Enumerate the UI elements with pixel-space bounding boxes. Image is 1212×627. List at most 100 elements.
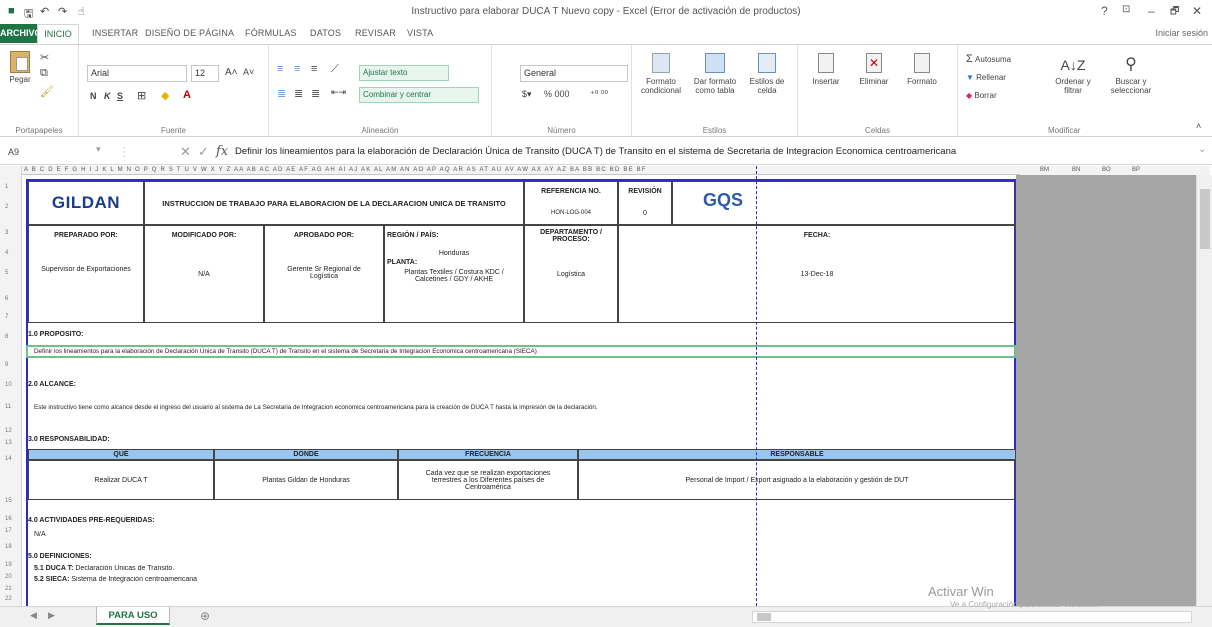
shrink-font-icon[interactable]: A˅	[243, 67, 254, 77]
row-number[interactable]: 5	[0, 270, 22, 276]
row-number[interactable]: 10	[0, 382, 22, 388]
col-header-bn[interactable]: BN	[1072, 167, 1080, 173]
paste-button[interactable]: Pegar	[5, 51, 35, 84]
conditional-format-button[interactable]: Formato condicional	[636, 53, 686, 95]
align-top-icon[interactable]: ≡	[277, 63, 283, 75]
font-size-select[interactable]: 12	[191, 65, 219, 82]
percent-comma-label[interactable]: % 000	[544, 89, 570, 99]
align-left-icon[interactable]: ≣	[277, 87, 286, 100]
tab-file[interactable]: ARCHIVO	[0, 24, 42, 43]
align-center-icon[interactable]: ≣	[294, 87, 303, 100]
scroll-thumb[interactable]	[1200, 189, 1210, 249]
copy-icon[interactable]: ⧉	[40, 67, 48, 80]
format-cells-button[interactable]: Formato	[900, 53, 944, 86]
cell-styles-button[interactable]: Estilos de celda	[744, 53, 790, 95]
h-scroll-thumb[interactable]	[757, 613, 771, 621]
resp-header-frequency: FRECUENCIA	[398, 449, 578, 460]
cancel-icon[interactable]: ✕	[180, 144, 191, 160]
tab-scroll-left-icon[interactable]: ◀	[30, 610, 37, 621]
row-number[interactable]: 3	[0, 230, 22, 236]
wrap-text-button[interactable]: Ajustar texto	[359, 65, 449, 81]
row-number[interactable]: 4	[0, 250, 22, 256]
horizontal-scrollbar[interactable]	[752, 611, 1192, 623]
align-right-icon[interactable]: ≣	[311, 87, 320, 100]
column-headers[interactable]: A B C D E F G H I J K L M N O P Q R S T …	[22, 166, 1022, 175]
row-number[interactable]: 22	[0, 596, 22, 602]
row-number[interactable]: 18	[0, 544, 22, 550]
maximize-button[interactable]: 🗗	[1170, 4, 1179, 21]
number-format-select[interactable]: General	[520, 65, 628, 82]
col-header-bp[interactable]: BP	[1132, 167, 1140, 173]
collapse-ribbon-icon[interactable]: ˄	[1196, 121, 1201, 131]
insert-function-icon[interactable]: fx	[216, 144, 228, 159]
font-color-icon[interactable]: A	[183, 89, 191, 101]
name-box[interactable]: A9	[4, 143, 70, 161]
new-sheet-button[interactable]: ⊕	[200, 609, 210, 623]
orientation-icon[interactable]: ⟋	[331, 63, 339, 76]
find-select-button[interactable]: ⚲ Buscar y seleccionar	[1104, 53, 1158, 95]
sheet-tab-para-uso[interactable]: PARA USO	[96, 607, 170, 625]
format-as-table-button[interactable]: Dar formato como tabla	[688, 53, 742, 95]
vertical-scrollbar[interactable]	[1196, 175, 1212, 606]
font-name-select[interactable]: Arial	[87, 65, 187, 82]
row-number[interactable]: 12	[0, 428, 22, 434]
row-number[interactable]: 15	[0, 498, 22, 504]
grow-font-icon[interactable]: A˄	[225, 67, 238, 78]
row-number[interactable]: 13	[0, 440, 22, 446]
minimize-button[interactable]: –	[1148, 4, 1155, 18]
purpose-text-selected[interactable]: Definir los lineamientos para la elabora…	[26, 345, 1016, 358]
expand-formula-icon[interactable]: ⌄	[1198, 144, 1206, 155]
row-number[interactable]: 2	[0, 204, 22, 210]
resp-header-where: DÓNDE	[214, 449, 398, 460]
insert-cells-button[interactable]: Insertar	[804, 53, 848, 86]
tab-view[interactable]: VISTA	[407, 28, 433, 38]
row-number[interactable]: 1	[0, 184, 22, 190]
underline-button[interactable]: S	[117, 91, 123, 101]
tab-review[interactable]: REVISAR	[355, 28, 396, 38]
align-middle-icon[interactable]: ≡	[294, 63, 300, 75]
enter-icon[interactable]: ✓	[198, 144, 209, 160]
row-number[interactable]: 7	[0, 314, 22, 320]
row-number[interactable]: 17	[0, 528, 22, 534]
col-header-bm[interactable]: BM	[1040, 167, 1049, 173]
row-number[interactable]: 14	[0, 456, 22, 462]
borders-icon[interactable]: ⊞	[137, 89, 146, 102]
decimal-icon[interactable]: ⁺⁰ ⁰⁰	[590, 89, 608, 100]
row-number[interactable]: 19	[0, 562, 22, 568]
close-button[interactable]: ✕	[1192, 4, 1202, 18]
formula-content[interactable]: Definir los lineamientos para la elabora…	[235, 146, 956, 157]
ribbon-display-button[interactable]: ⊡	[1122, 4, 1130, 15]
clear-button[interactable]: ◆ Borrar	[966, 91, 997, 100]
tab-data[interactable]: DATOS	[310, 28, 341, 38]
row-number[interactable]: 8	[0, 334, 22, 340]
format-painter-icon[interactable]: 🖌	[40, 85, 54, 98]
row-number[interactable]: 11	[0, 404, 22, 410]
row-number[interactable]: 16	[0, 516, 22, 522]
help-button[interactable]: ?	[1101, 4, 1108, 18]
sort-filter-button[interactable]: A↓Z Ordenar y filtrar	[1048, 53, 1098, 95]
cut-icon[interactable]: ✂	[40, 51, 49, 64]
align-bottom-icon[interactable]: ≡	[311, 63, 317, 75]
italic-button[interactable]: K	[104, 91, 111, 101]
tab-scroll-right-icon[interactable]: ▶	[48, 610, 55, 621]
row-number[interactable]: 21	[0, 586, 22, 592]
row-number[interactable]: 6	[0, 296, 22, 302]
delete-cells-button[interactable]: ✕ Eliminar	[852, 53, 896, 86]
row-number[interactable]: 20	[0, 574, 22, 580]
col-header-bo[interactable]: BO	[1102, 167, 1111, 173]
tab-insert[interactable]: INSERTAR	[92, 28, 138, 38]
indent-icon[interactable]: ⇤⇥	[331, 87, 346, 98]
tab-formulas[interactable]: FÓRMULAS	[245, 28, 297, 38]
row-number[interactable]: 9	[0, 362, 22, 368]
tab-page-layout[interactable]: DISEÑO DE PÁGINA	[145, 28, 234, 38]
autosum-button[interactable]: Σ Autosuma	[966, 54, 1011, 65]
name-box-dropdown-icon[interactable]: ▾	[96, 144, 101, 155]
sign-in-link[interactable]: Iniciar sesión	[1155, 28, 1208, 38]
tab-home[interactable]: INICIO	[37, 24, 79, 44]
bold-button[interactable]: N	[90, 91, 97, 101]
fill-color-icon[interactable]: ◆	[161, 89, 169, 102]
merge-center-button[interactable]: Combinar y centrar	[359, 87, 479, 103]
worksheet[interactable]: A B C D E F G H I J K L M N O P Q R S T …	[0, 166, 1212, 606]
currency-icon[interactable]: $▾	[522, 89, 532, 100]
fill-button[interactable]: ▼ Rellenar	[966, 73, 1006, 82]
